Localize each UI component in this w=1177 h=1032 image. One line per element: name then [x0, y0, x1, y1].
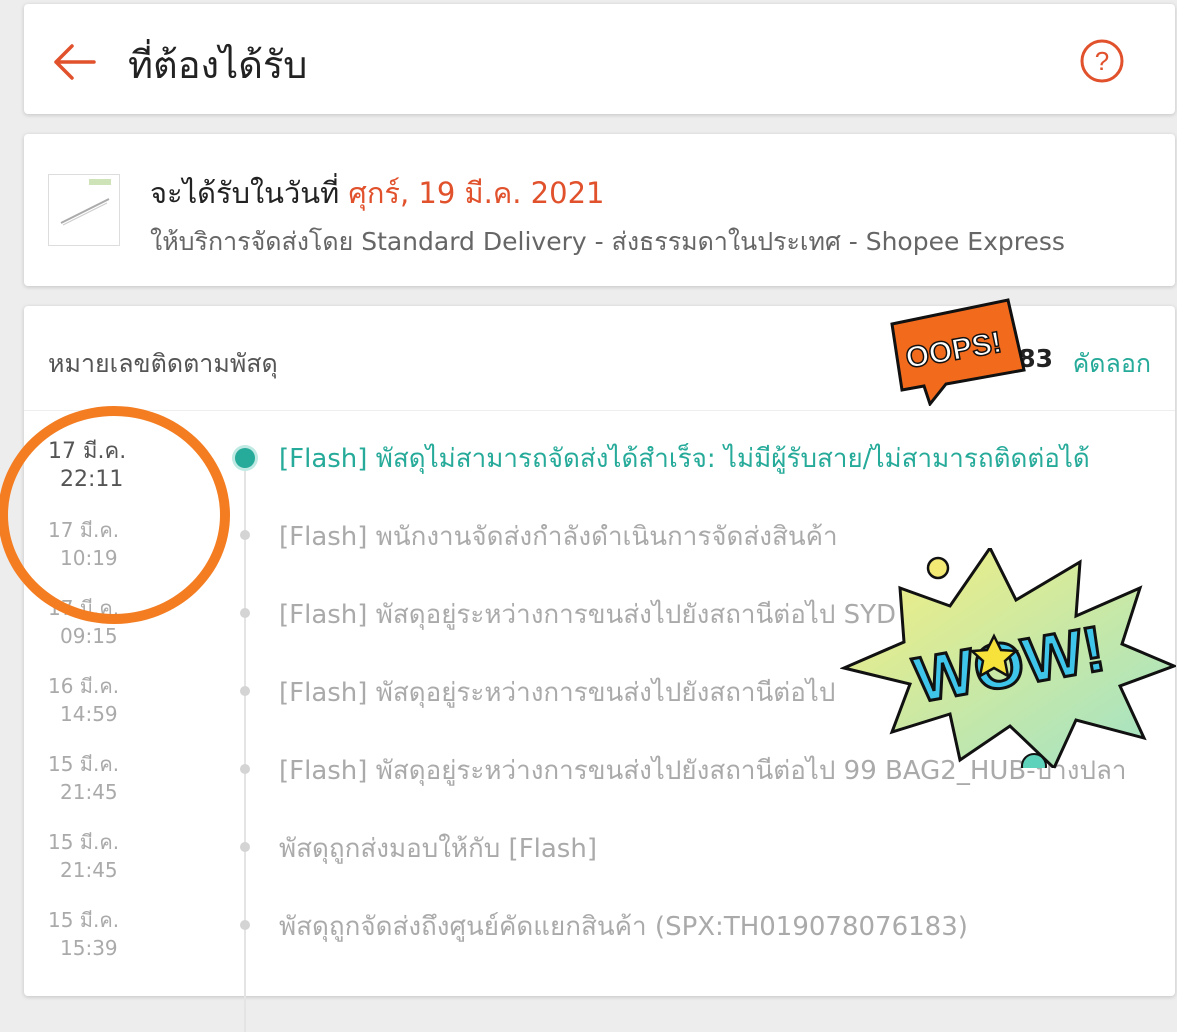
event-time: 21:45 — [60, 780, 118, 804]
back-arrow-icon[interactable] — [50, 38, 98, 86]
oops-sticker: OOPS! — [890, 298, 1026, 406]
timeline-dot-icon — [240, 608, 250, 618]
delivery-service: ให้บริการจัดส่งโดย Standard Delivery - ส… — [150, 227, 1065, 256]
event-date: 15 มี.ค. — [48, 830, 120, 854]
event-date: 15 มี.ค. — [48, 752, 120, 776]
event-text: [Flash] พัสดุไม่สามารถจัดส่งได้สำเร็จ: ไ… — [279, 444, 1090, 474]
delivery-estimate: จะได้รับในวันที่ ศุกร์, 19 มี.ค. 2021 — [150, 170, 604, 216]
product-image-icon — [60, 179, 111, 226]
event-time: 09:15 — [60, 624, 118, 648]
copy-button[interactable]: คัดลอก — [1073, 344, 1151, 384]
event-time: 15:39 — [60, 936, 118, 960]
event-text: [Flash] พัสดุอยู่ระหว่างการขนส่งไปยังสถา… — [279, 600, 897, 630]
help-icon[interactable]: ? — [1079, 38, 1125, 84]
wow-sticker: WOW! — [840, 548, 1176, 768]
delivery-date: ศุกร์, 19 มี.ค. 2021 — [348, 176, 605, 210]
event-time: 14:59 — [60, 702, 118, 726]
tracking-label: หมายเลขติดตามพัสดุ — [48, 349, 278, 378]
timeline-event: 15 มี.ค. 21:45 พัสดุถูกส่งมอบให้กับ [Flash… — [24, 814, 1175, 892]
event-time: 21:45 — [60, 858, 118, 882]
event-date: 16 มี.ค. — [48, 674, 120, 698]
timeline-dot-icon — [240, 530, 250, 540]
delivery-estimate-prefix: จะได้รับในวันที่ — [150, 176, 349, 210]
timeline-dot-icon — [240, 842, 250, 852]
event-date: 15 มี.ค. — [48, 908, 120, 932]
timeline-dot-icon — [240, 764, 250, 774]
event-text: พัสดุถูกจัดส่งถึงศูนย์คัดแยกสินค้า (SPX:… — [279, 912, 968, 942]
timeline-dot-icon — [240, 920, 250, 930]
product-thumbnail[interactable] — [48, 174, 120, 246]
page-title: ที่ต้องได้รับ — [128, 43, 308, 87]
timeline-dot-icon — [240, 686, 250, 696]
timeline-dot-icon — [235, 448, 255, 468]
svg-text:?: ? — [1095, 46, 1109, 76]
delivery-info-card: จะได้รับในวันที่ ศุกร์, 19 มี.ค. 2021 ให… — [24, 134, 1175, 286]
event-text: พัสดุถูกส่งมอบให้กับ [Flash] — [279, 834, 597, 864]
timeline-event: 15 มี.ค. 15:39 พัสดุถูกจัดส่งถึงศูนย์คัดแย… — [24, 892, 1175, 970]
event-text: [Flash] พนักงานจัดส่งกำลังดำเนินการจัดส่… — [279, 522, 838, 552]
header-bar: ที่ต้องได้รับ ? — [24, 4, 1175, 114]
highlight-circle — [0, 406, 230, 624]
event-text: [Flash] พัสดุอยู่ระหว่างการขนส่งไปยังสถา… — [279, 678, 836, 708]
